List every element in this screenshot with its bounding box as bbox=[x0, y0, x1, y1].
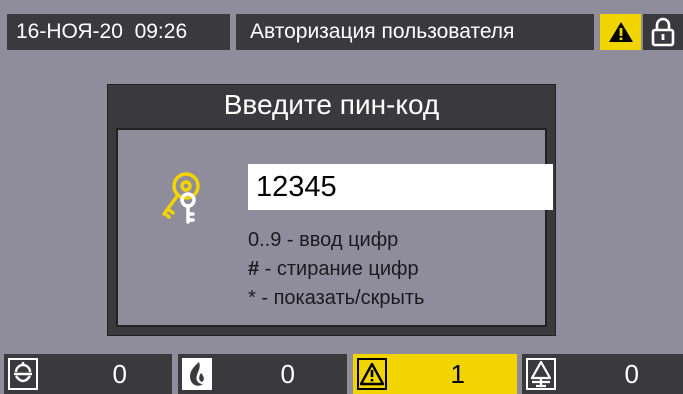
key-icon bbox=[162, 172, 200, 224]
lock-indicator[interactable] bbox=[643, 14, 683, 50]
fire-icon bbox=[182, 358, 212, 390]
fault-icon bbox=[526, 358, 556, 390]
status-alarm[interactable]: 0 bbox=[4, 354, 172, 394]
warning-indicator[interactable] bbox=[600, 14, 641, 50]
status-fire[interactable]: 0 bbox=[178, 354, 347, 394]
dialog-title: Введите пин-код bbox=[223, 89, 440, 120]
fault-count: 0 bbox=[624, 359, 639, 389]
hint-text: - стирание цифр bbox=[259, 258, 419, 280]
hint-key: * bbox=[248, 287, 256, 309]
unlocked-icon bbox=[651, 17, 675, 47]
hint-key: # bbox=[248, 258, 260, 280]
datetime-display: 16-НОЯ-20 09:26 bbox=[7, 14, 230, 50]
pin-dialog: Введите пин-код 12345 0..9 - ввод цифр #… bbox=[107, 84, 556, 336]
fire-count: 0 bbox=[280, 359, 295, 389]
warning-count: 1 bbox=[450, 359, 465, 389]
pin-input[interactable]: 12345 bbox=[248, 164, 553, 210]
dialog-body: 12345 0..9 - ввод цифр # - стирание цифр… bbox=[116, 128, 553, 327]
hint-key: 0..9 bbox=[248, 229, 282, 251]
warning-icon bbox=[608, 22, 633, 42]
alarm-count: 0 bbox=[112, 359, 127, 389]
warning-icon bbox=[357, 358, 387, 390]
status-bar: 0 0 1 0 bbox=[0, 351, 683, 394]
hint-erase: # - стирание цифр bbox=[248, 257, 419, 281]
hint-text: - ввод цифр bbox=[281, 229, 399, 251]
hint-digits: 0..9 - ввод цифр bbox=[248, 228, 398, 252]
alarm-bell-icon bbox=[8, 358, 38, 390]
hint-text: - показать/скрыть bbox=[255, 287, 425, 309]
hint-show-hide: * - показать/скрыть bbox=[248, 286, 424, 310]
status-fault[interactable]: 0 bbox=[522, 354, 683, 394]
screen-title: Авторизация пользователя bbox=[236, 14, 594, 50]
top-bar: 16-НОЯ-20 09:26 Авторизация пользователя bbox=[0, 0, 683, 64]
status-warning[interactable]: 1 bbox=[353, 354, 517, 394]
